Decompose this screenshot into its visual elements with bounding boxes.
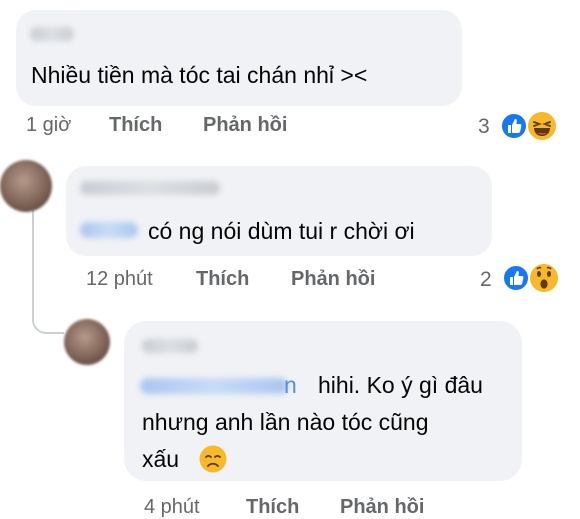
- like-button[interactable]: Thích: [246, 496, 299, 519]
- wow-icon: [528, 262, 560, 294]
- mention-tag-suffix[interactable]: n: [284, 368, 297, 402]
- comment-text-line-1: hihi. Ko ý gì đâu: [318, 372, 483, 398]
- mention-tag-blurred[interactable]: [80, 222, 138, 238]
- like-button[interactable]: Thích: [196, 268, 249, 291]
- comment-text: có ng nói dùm tui r chời ơi: [148, 218, 415, 244]
- reaction-count[interactable]: 2: [480, 268, 492, 292]
- reply-button[interactable]: Phản hồi: [203, 114, 287, 137]
- like-button[interactable]: Thích: [109, 114, 162, 137]
- comment-text: Nhiều tiền mà tóc tai chán nhỉ ><: [31, 62, 368, 88]
- avatar[interactable]: [0, 160, 52, 212]
- thread-line: [32, 210, 34, 270]
- author-name-blurred[interactable]: [142, 339, 198, 353]
- sad-face-emoji: [199, 445, 227, 473]
- avatar[interactable]: [64, 319, 110, 365]
- haha-icon: [526, 110, 558, 142]
- reply-button[interactable]: Phản hồi: [340, 496, 424, 519]
- author-name-blurred[interactable]: [80, 181, 220, 195]
- like-icon: [500, 112, 528, 140]
- comment-text-line-3: xấu: [142, 446, 180, 472]
- comment-text-line-2: nhưng anh lần nào tóc cũng: [142, 409, 429, 435]
- thread-connector: [32, 270, 64, 334]
- comment-time[interactable]: 1 giờ: [26, 114, 71, 137]
- reply-button[interactable]: Phản hồi: [291, 268, 375, 291]
- like-icon: [502, 264, 530, 292]
- mention-tag-blurred[interactable]: [140, 378, 288, 394]
- comment-time[interactable]: 12 phút: [86, 268, 153, 291]
- comment-time[interactable]: 4 phút: [144, 496, 200, 519]
- reaction-count[interactable]: 3: [478, 115, 490, 139]
- author-name-blurred[interactable]: [30, 27, 74, 41]
